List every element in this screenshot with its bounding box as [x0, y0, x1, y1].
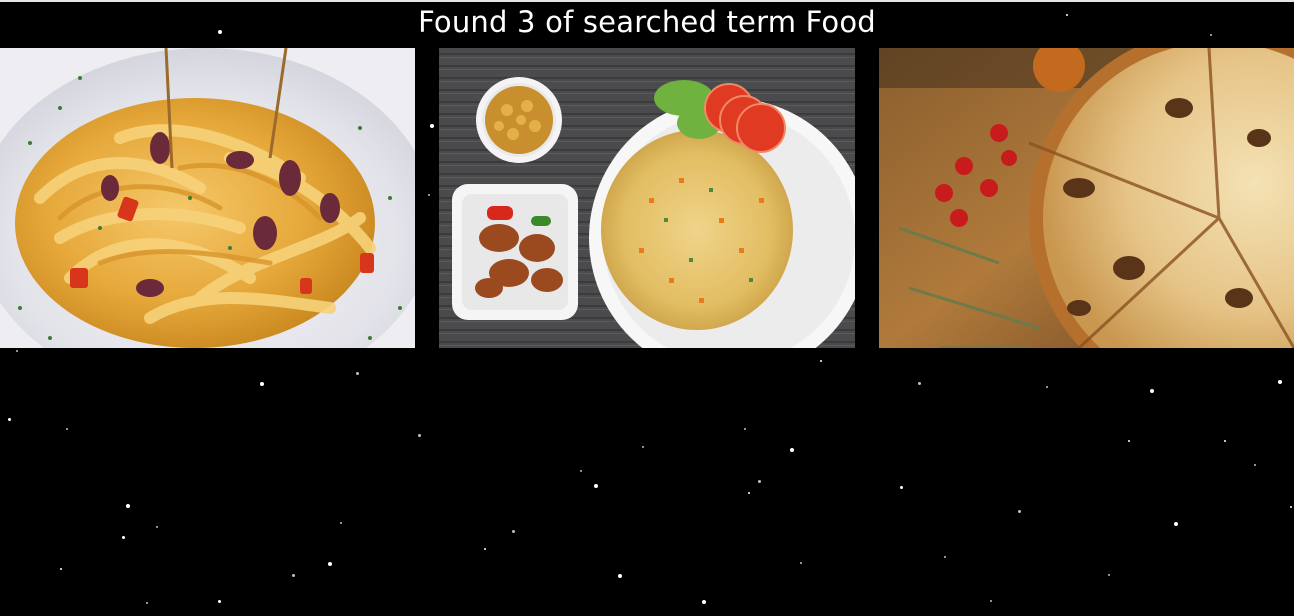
star-dot — [512, 530, 515, 533]
star-dot — [1018, 510, 1021, 513]
star-dot — [702, 600, 706, 604]
fried-rice-plate-image — [439, 48, 855, 348]
star-dot — [60, 568, 62, 570]
star-dot — [340, 522, 342, 524]
top-border — [0, 0, 1294, 2]
star-dot — [918, 382, 921, 385]
star-dot — [1254, 464, 1256, 466]
star-dot — [1150, 389, 1154, 393]
star-dot — [66, 428, 68, 430]
star-dot — [484, 548, 486, 550]
star-dot — [1174, 522, 1178, 526]
pizza-on-board-image — [879, 48, 1294, 348]
star-dot — [618, 574, 622, 578]
search-result-title: Found 3 of searched term Food — [418, 5, 876, 39]
star-dot — [594, 484, 598, 488]
star-dot — [1290, 506, 1292, 508]
star-dot — [260, 382, 264, 386]
star-dot — [790, 448, 794, 452]
pasta-dish-image — [0, 48, 415, 348]
star-dot — [990, 600, 992, 602]
star-dot — [580, 470, 582, 472]
star-dot — [800, 562, 802, 564]
star-dot — [146, 602, 148, 604]
results-grid — [0, 48, 1294, 348]
star-dot — [944, 556, 946, 558]
star-dot — [292, 574, 295, 577]
star-dot — [126, 504, 130, 508]
star-dot — [900, 486, 903, 489]
star-dot — [748, 492, 750, 494]
result-card-rice[interactable] — [439, 48, 855, 348]
star-dot — [1278, 380, 1282, 384]
result-card-pasta[interactable] — [0, 48, 415, 348]
star-dot — [820, 360, 822, 362]
star-dot — [418, 434, 421, 437]
star-dot — [16, 350, 18, 352]
star-dot — [218, 600, 221, 603]
star-dot — [8, 418, 11, 421]
result-card-pizza[interactable] — [879, 48, 1294, 348]
search-results-page: Found 3 of searched term Food — [0, 0, 1294, 616]
star-dot — [1108, 574, 1110, 576]
star-dot — [1224, 440, 1226, 442]
star-dot — [328, 562, 332, 566]
star-dot — [758, 480, 761, 483]
star-dot — [356, 372, 359, 375]
star-dot — [122, 536, 125, 539]
star-dot — [156, 526, 158, 528]
star-dot — [1128, 440, 1130, 442]
star-dot — [642, 446, 644, 448]
star-dot — [744, 428, 746, 430]
star-dot — [1046, 386, 1048, 388]
